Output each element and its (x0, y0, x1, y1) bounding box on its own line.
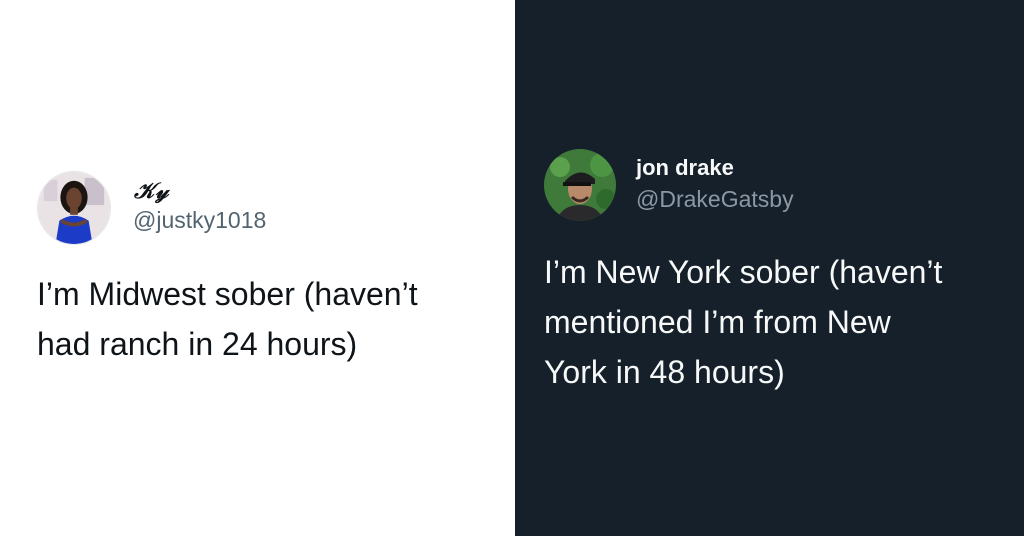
tweet-line: York in 48 hours) (544, 354, 785, 390)
right-tweet-card: jon drake @DrakeGatsby I’m New York sobe… (515, 0, 1024, 536)
right-handle[interactable]: @DrakeGatsby (636, 186, 794, 213)
left-handle[interactable]: @justky1018 (133, 207, 266, 234)
tweet-line: had ranch in 24 hours) (37, 326, 358, 362)
right-display-name[interactable]: jon drake (636, 155, 734, 181)
tweet-line: I’m New York sober (haven’t (544, 254, 943, 290)
man-photo-icon (544, 149, 616, 221)
tweet-comparison: 𝒦𝓎 @justky1018 I’m Midwest sober (haven’… (0, 0, 1024, 536)
left-profile-avatar[interactable] (37, 171, 111, 245)
left-tweet-card: 𝒦𝓎 @justky1018 I’m Midwest sober (haven’… (0, 0, 515, 536)
left-display-name[interactable]: 𝒦𝓎 (134, 178, 169, 204)
tweet-line: I’m Midwest sober (haven’t (37, 276, 418, 312)
woman-photo-icon (38, 172, 110, 244)
left-tweet-text: I’m Midwest sober (haven’t had ranch in … (37, 269, 507, 369)
right-tweet-text: I’m New York sober (haven’t mentioned I’… (544, 247, 1014, 397)
tweet-line: mentioned I’m from New (544, 304, 891, 340)
right-profile-avatar[interactable] (544, 149, 616, 221)
